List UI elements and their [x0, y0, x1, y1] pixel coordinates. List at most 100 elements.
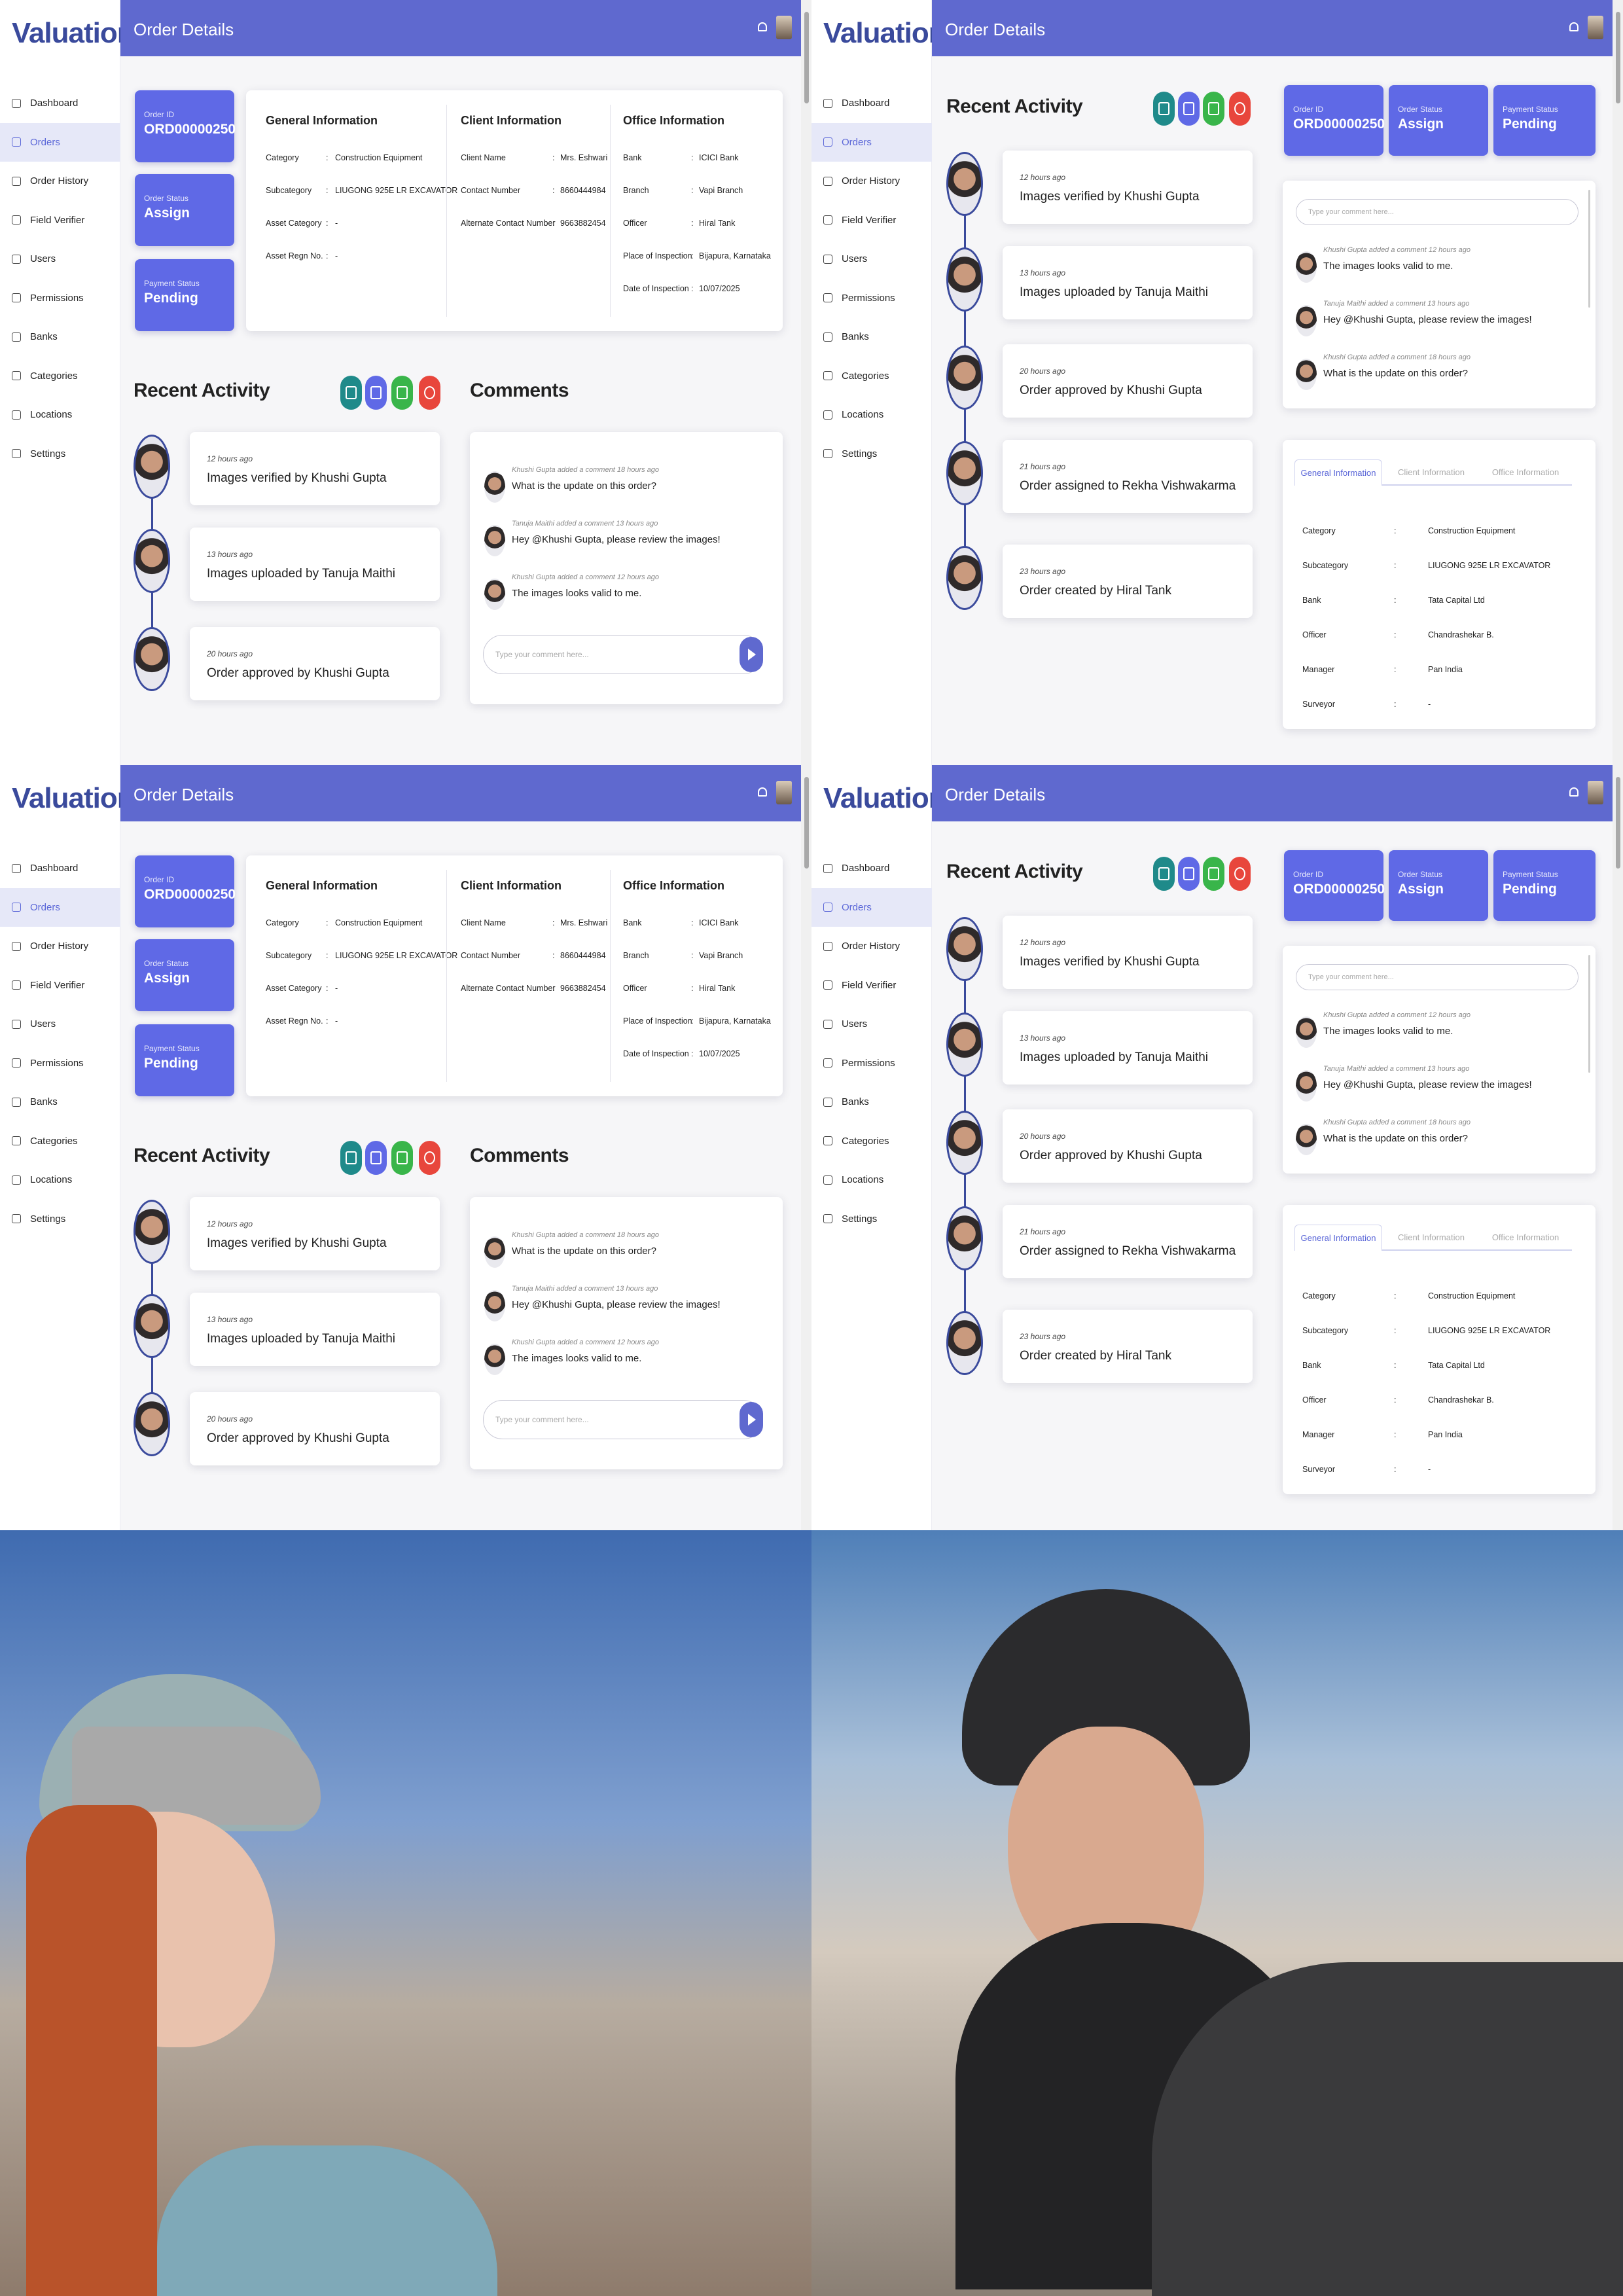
sidebar-item-settings[interactable]: Settings	[812, 435, 932, 474]
comment-input[interactable]: Type your comment here...	[1296, 964, 1578, 990]
sidebar-item-field-verifier[interactable]: Field Verifier	[812, 966, 932, 1005]
sidebar-item-field-verifier[interactable]: Field Verifier	[812, 201, 932, 240]
activity-item: 21 hours ago Order assigned to Rekha Vish…	[1003, 440, 1253, 513]
bell-icon[interactable]	[758, 787, 767, 797]
avatar[interactable]	[776, 16, 792, 39]
sidebar-item-dashboard[interactable]: Dashboard	[812, 84, 932, 123]
scrollbar-thumb[interactable]	[1616, 12, 1620, 103]
comments-scrollbar[interactable]	[1588, 955, 1590, 1073]
sidebar-item-dashboard[interactable]: Dashboard	[0, 849, 120, 888]
sidebar-item-locations[interactable]: Locations	[812, 1160, 932, 1200]
tab-client-information[interactable]: Client Information	[1389, 1225, 1474, 1251]
page-title: Order Details	[945, 785, 1046, 804]
reject-button[interactable]	[419, 376, 440, 410]
avatar[interactable]	[776, 781, 792, 804]
avatar[interactable]	[1588, 16, 1603, 39]
scrollbar-thumb[interactable]	[804, 777, 809, 869]
avatar[interactable]	[1588, 781, 1603, 804]
sidebar-item-settings[interactable]: Settings	[0, 435, 120, 474]
sidebar-item-orders[interactable]: Orders	[812, 122, 932, 162]
sidebar-item-order-history[interactable]: Order History	[0, 162, 120, 201]
sidebar-item-permissions[interactable]: Permissions	[0, 279, 120, 318]
image-check-button[interactable]	[340, 1141, 362, 1175]
activity-item: 20 hours ago Order approved by Khushi Gup…	[1003, 1109, 1253, 1183]
sidebar-item-banks[interactable]: Banks	[812, 317, 932, 357]
sidebar-item-field-verifier[interactable]: Field Verifier	[0, 966, 120, 1005]
reject-button[interactable]	[1229, 92, 1251, 126]
avatar	[134, 435, 170, 499]
approve-button[interactable]	[1203, 92, 1224, 126]
image-check-button[interactable]	[340, 376, 362, 410]
sidebar-item-permissions[interactable]: Permissions	[812, 1044, 932, 1083]
send-icon[interactable]	[740, 1402, 763, 1437]
sidebar-item-orders[interactable]: Orders	[0, 122, 120, 162]
image-check-button[interactable]	[1153, 92, 1175, 126]
scrollbar-thumb[interactable]	[1616, 777, 1620, 869]
reject-button[interactable]	[1229, 857, 1251, 891]
sidebar-item-settings[interactable]: Settings	[0, 1200, 120, 1239]
comments-scrollbar[interactable]	[1588, 190, 1590, 308]
sidebar-item-orders[interactable]: Orders	[0, 888, 120, 927]
top-header: Order Details	[932, 765, 1613, 821]
bell-icon[interactable]	[758, 22, 767, 31]
approve-button[interactable]	[391, 376, 413, 410]
sidebar-item-label: Locations	[30, 409, 73, 421]
sidebar-item-locations[interactable]: Locations	[0, 395, 120, 435]
sidebar-item-permissions[interactable]: Permissions	[0, 1044, 120, 1083]
sidebar-item-dashboard[interactable]: Dashboard	[0, 84, 120, 123]
sidebar-item-categories[interactable]: Categories	[0, 1122, 120, 1161]
sidebar-item-settings[interactable]: Settings	[812, 1200, 932, 1239]
clipboard-icon	[12, 903, 21, 912]
sidebar-item-field-verifier[interactable]: Field Verifier	[0, 201, 120, 240]
send-icon[interactable]	[740, 637, 763, 672]
approve-button[interactable]	[391, 1141, 413, 1175]
avatar	[946, 346, 983, 410]
sidebar-item-orders[interactable]: Orders	[812, 888, 932, 927]
scrollbar-thumb[interactable]	[804, 12, 809, 103]
sidebar-item-categories[interactable]: Categories	[0, 357, 120, 396]
sidebar-item-banks[interactable]: Banks	[0, 317, 120, 357]
sidebar-item-users[interactable]: Users	[812, 1005, 932, 1044]
approve-button[interactable]	[1203, 857, 1224, 891]
avatar	[946, 1206, 983, 1270]
verifier-icon	[823, 215, 832, 225]
sidebar-item-locations[interactable]: Locations	[812, 395, 932, 435]
tab-office-information[interactable]: Office Information	[1479, 1225, 1572, 1251]
scrollbar[interactable]	[801, 765, 812, 1530]
comment-input[interactable]: Type your comment here...	[483, 635, 763, 674]
comment-input[interactable]: Type your comment here...	[1296, 199, 1578, 225]
tab-general-information[interactable]: General Information	[1294, 1225, 1382, 1251]
order-id-value: ORD00000250	[1293, 117, 1385, 132]
sidebar-item-users[interactable]: Users	[0, 1005, 120, 1044]
users-icon	[12, 1019, 21, 1029]
sidebar-item-permissions[interactable]: Permissions	[812, 279, 932, 318]
tab-general-information[interactable]: General Information	[1294, 459, 1382, 486]
reject-button[interactable]	[419, 1141, 440, 1175]
avatar	[1296, 251, 1317, 283]
document-button[interactable]	[1178, 857, 1200, 891]
document-button[interactable]	[365, 1141, 387, 1175]
bell-icon[interactable]	[1569, 22, 1578, 31]
pin-icon	[823, 410, 832, 420]
sidebar-item-dashboard[interactable]: Dashboard	[812, 849, 932, 888]
sidebar-item-order-history[interactable]: Order History	[812, 927, 932, 966]
tab-office-information[interactable]: Office Information	[1479, 459, 1572, 486]
image-check-button[interactable]	[1153, 857, 1175, 891]
comment-input[interactable]: Type your comment here...	[483, 1400, 763, 1439]
bell-icon[interactable]	[1569, 787, 1578, 797]
scrollbar[interactable]	[801, 0, 812, 765]
scrollbar[interactable]	[1613, 765, 1623, 1530]
document-button[interactable]	[365, 376, 387, 410]
sidebar-item-banks[interactable]: Banks	[812, 1083, 932, 1122]
sidebar-item-order-history[interactable]: Order History	[812, 162, 932, 201]
sidebar-item-categories[interactable]: Categories	[812, 1122, 932, 1161]
tab-client-information[interactable]: Client Information	[1389, 459, 1474, 486]
document-button[interactable]	[1178, 92, 1200, 126]
sidebar-item-users[interactable]: Users	[812, 240, 932, 279]
scrollbar[interactable]	[1613, 0, 1623, 765]
sidebar-item-banks[interactable]: Banks	[0, 1083, 120, 1122]
sidebar-item-categories[interactable]: Categories	[812, 357, 932, 396]
sidebar-item-locations[interactable]: Locations	[0, 1160, 120, 1200]
sidebar-item-users[interactable]: Users	[0, 240, 120, 279]
sidebar-item-order-history[interactable]: Order History	[0, 927, 120, 966]
